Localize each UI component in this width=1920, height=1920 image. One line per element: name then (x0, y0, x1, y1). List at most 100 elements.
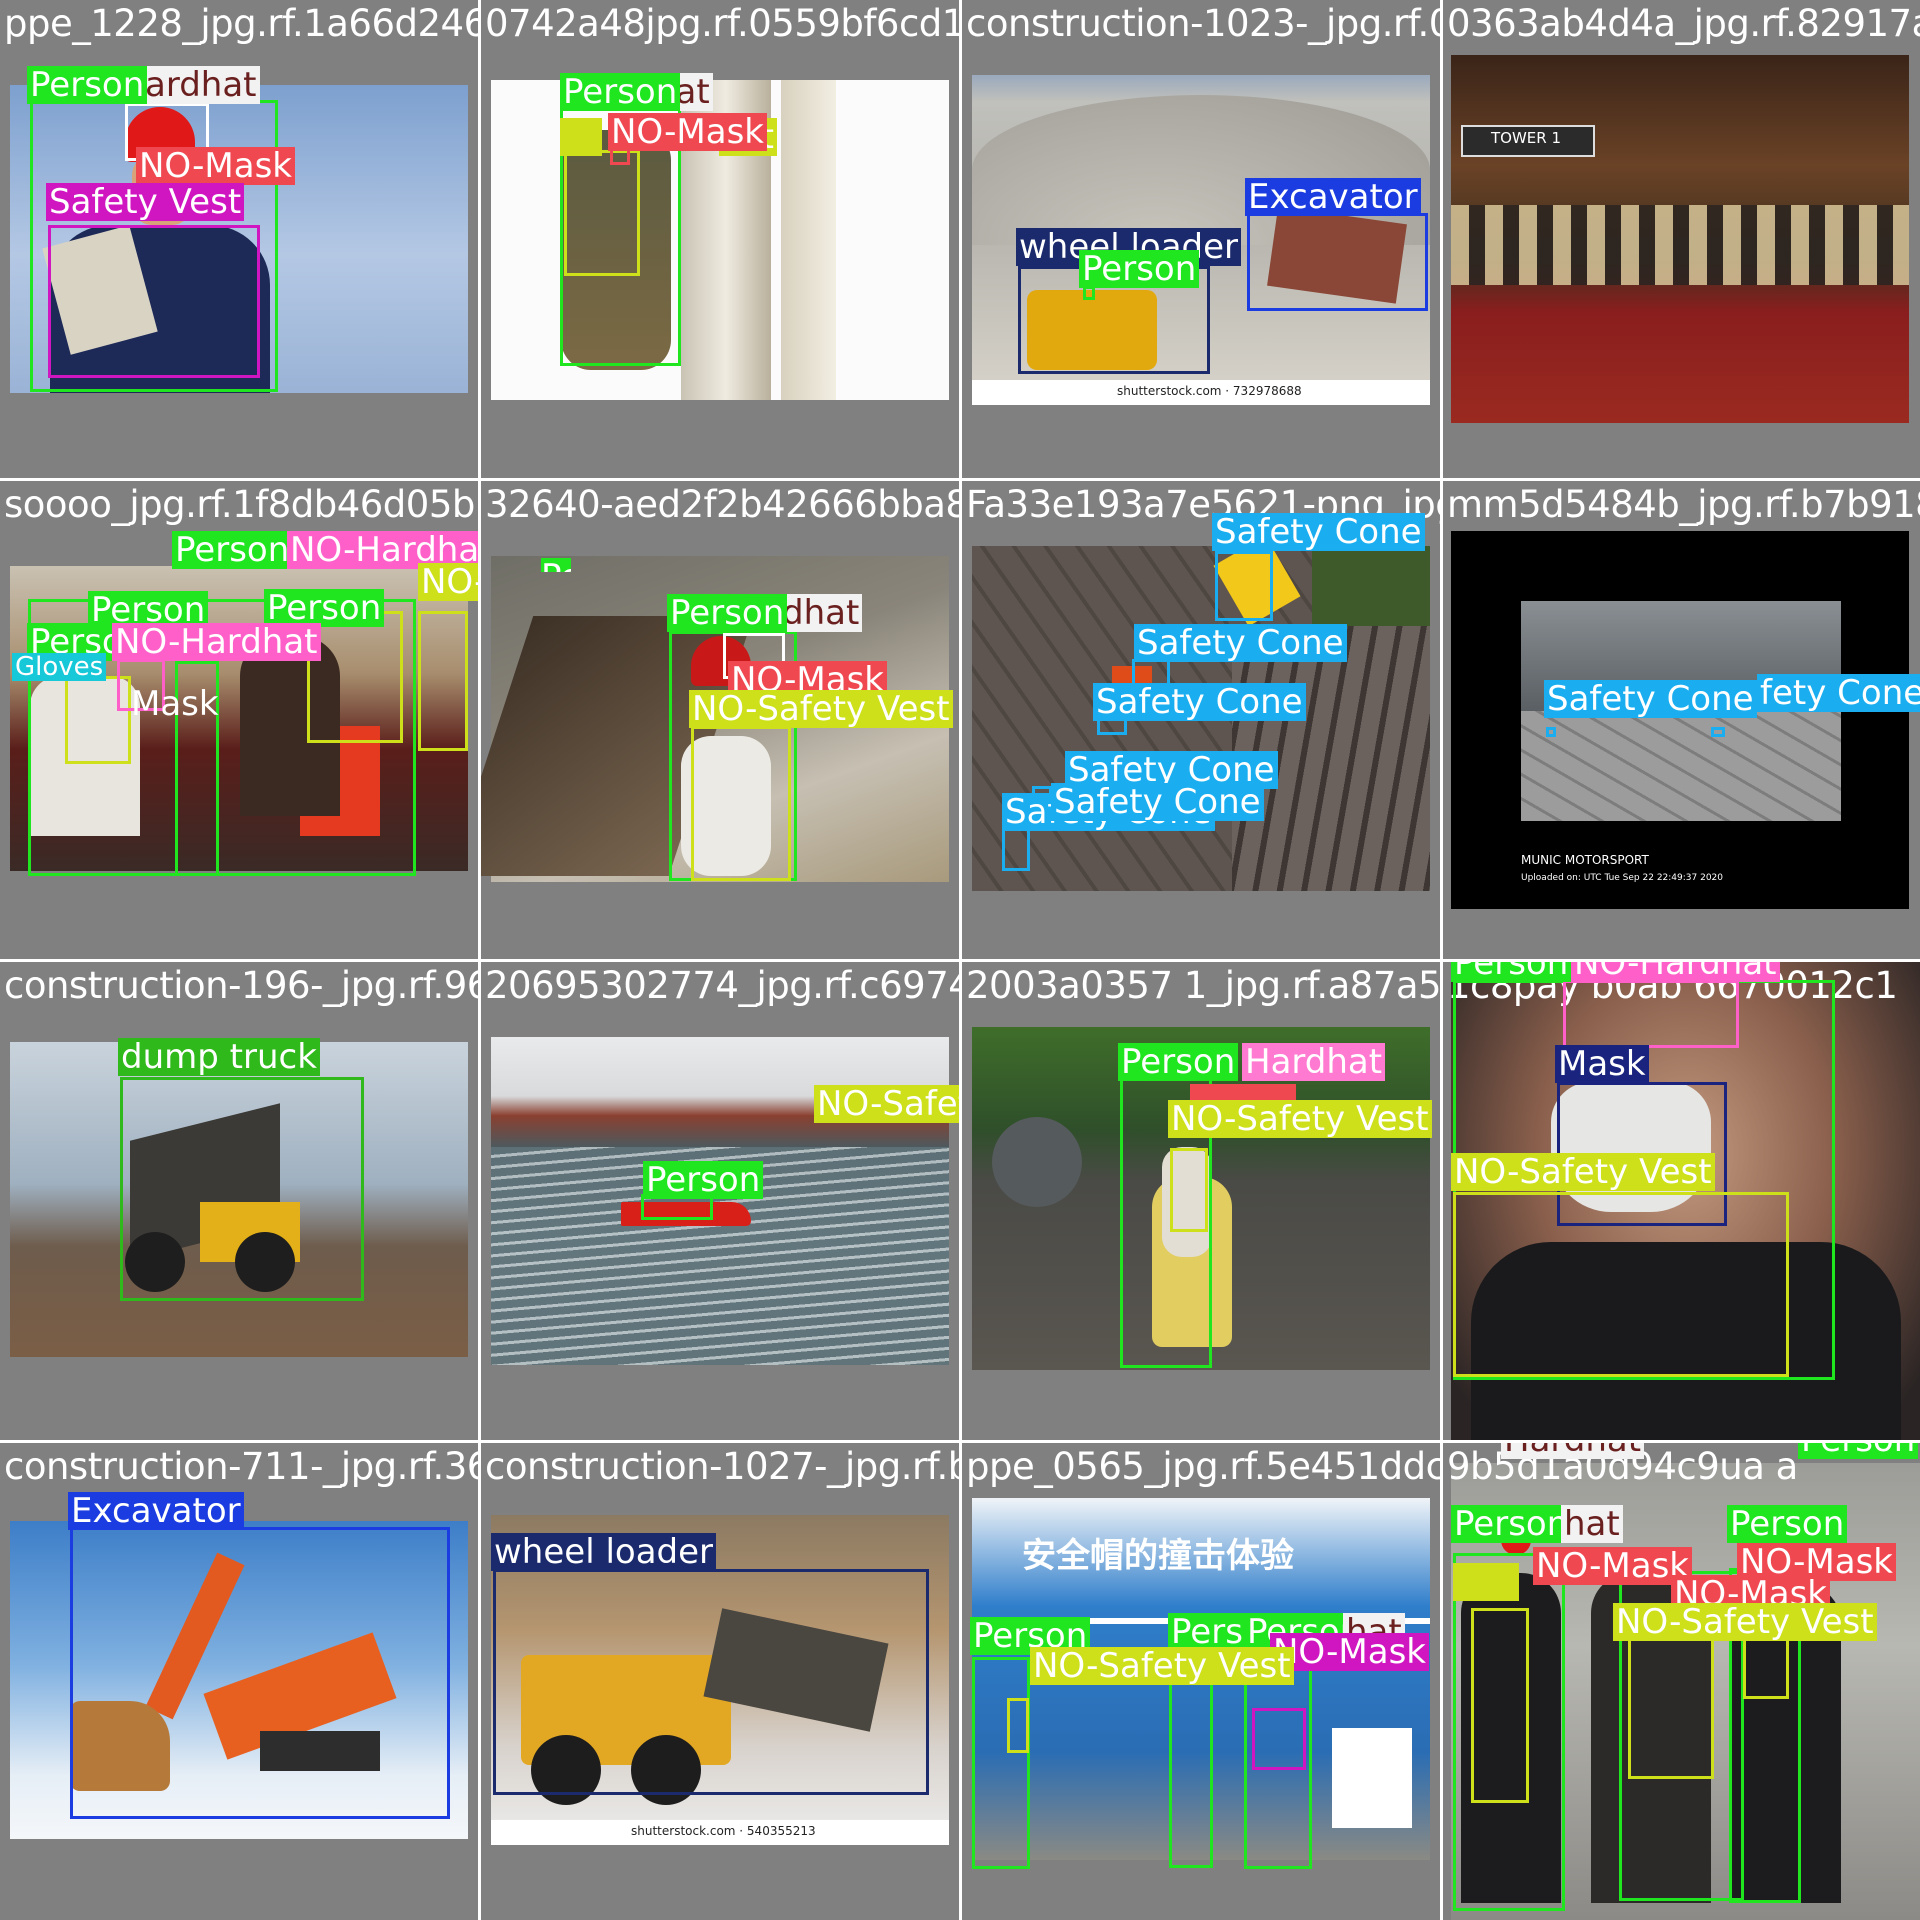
bbox-excavator (70, 1527, 450, 1819)
label-person: Person (1451, 1505, 1572, 1543)
filename-label: 0742a48jpg.rf.0559bf6cd1c70 (485, 2, 959, 45)
grid-cell-16: 9b5d1a0d94c9ua a Hardhat Person Person h… (1443, 1443, 1920, 1920)
label-safety-cone: Safety Cone (1051, 783, 1264, 821)
bbox-person (1169, 1668, 1213, 1868)
filename-label: soooo_jpg.rf.1f8db46d05bb7 (4, 483, 478, 526)
label-person: Person (667, 594, 788, 632)
watermark: shutterstock.com · 732978688 (1117, 384, 1302, 398)
watermark: shutterstock.com · 540355213 (631, 1824, 816, 1838)
photo-casino: TOWER 1 (1451, 55, 1909, 423)
filename-label: ppe_1228_jpg.rf.1a66d246c97f2424 (4, 2, 478, 45)
label-safety-cone: Safety Cone (1544, 680, 1757, 718)
label-safety-cone: Safety Cone (1093, 683, 1306, 721)
label-no-safety-vest: NO-Safety Vest (418, 563, 478, 601)
bbox-safety-vest (48, 225, 260, 378)
grid-cell-4: TOWER 1 0363ab4d4a_jpg.rf.82917aa (1443, 0, 1920, 478)
label-no-safety-vest: NO-Safety Vest (814, 1085, 959, 1123)
sign-tower: TOWER 1 (1491, 129, 1562, 147)
label-gloves: Gloves (12, 653, 107, 681)
grid-cell-15: 安全帽的撞击体验 ppe_0565_jpg.rf.5e451ddc1 Perso… (962, 1443, 1440, 1920)
grid-cell-9: construction-196-_jpg.rf.963 dump truck (0, 962, 478, 1440)
label-excavator: Excavator (68, 1492, 244, 1530)
bbox-wheel-loader (493, 1569, 929, 1795)
grid-cell-11: 2003a0357 1_jpg.rf.a87a5c Person Hardhat… (962, 962, 1440, 1440)
label-no-mask: NO-Mask (1270, 1633, 1429, 1671)
grid-cell-7: Fa33e193a7e5621-png_jpg.rf.b Safety Cone… (962, 481, 1440, 959)
label-no-safety-vest: NO-Safety Vest (1168, 1100, 1432, 1138)
grid-cell-14: shutterstock.com · 540355213 constructio… (481, 1443, 959, 1920)
label-no-safety-vest: NO-Safety Vest (1613, 1603, 1877, 1641)
label-excavator: Excavator (1245, 178, 1421, 216)
filename-label: construction-1027-_jpg.rf.bd8 (485, 1445, 959, 1488)
bbox-no-safety-vest (1007, 1698, 1029, 1753)
label-no-mask: NO-Mask (136, 147, 295, 185)
label-safety-cone: fety Cone (1757, 674, 1920, 712)
label-no-hardhat: NO-Hardhat (1571, 962, 1780, 982)
label-safety-vest: Safety Vest (46, 183, 245, 221)
filename-label: 0363ab4d4a_jpg.rf.82917aa (1447, 2, 1920, 45)
filename-label: 32640-aed2f2b42666bba8c9 (485, 483, 959, 526)
bbox-no-safety-vest (418, 611, 468, 751)
grid-cell-10: 20695302774_jpg.rf.c69741 t Person NO-Sa… (481, 962, 959, 1440)
label-safety-cone: Safety Cone (1212, 513, 1425, 551)
label-person: Person (172, 531, 293, 569)
filename-label: 20695302774_jpg.rf.c69741 (485, 964, 959, 1007)
filename-label: mm5d5484b_jpg.rf.b7b9185 (1447, 483, 1920, 526)
label-dump-truck: dump truck (118, 1038, 320, 1076)
label-no-mask: NO-Mask (1533, 1547, 1692, 1585)
label-hardhat: hat (1561, 1505, 1623, 1543)
bbox-dump-truck (120, 1077, 364, 1301)
grid-cell-8: MUNIC MOTORSPORT Uploaded on: UTC Tue Se… (1443, 481, 1920, 959)
label-no-safety-vest: NO-Safety Vest (1451, 1153, 1715, 1191)
label-person: Person (1798, 1443, 1919, 1459)
label-person: Person (541, 558, 571, 572)
bbox-safety-cone (1711, 727, 1725, 737)
label-wheel-loader: wheel loader (491, 1533, 717, 1571)
grid-cell-13: construction-711-_jpg.rf.36f9 Excavator (0, 1443, 478, 1920)
label-no-safety-vest: NO-Safety Vest (1030, 1647, 1294, 1685)
bbox-no-safety-vest (1453, 1192, 1789, 1377)
label-person: Person (1118, 1043, 1239, 1081)
label-mask: Mask (1555, 1045, 1649, 1083)
label-hardhat: Hardhat (1501, 1443, 1645, 1459)
filename-label: ppe_0565_jpg.rf.5e451ddc1 (966, 1445, 1440, 1488)
label-hardhat: Hardhat (1242, 1043, 1386, 1081)
bbox-safety-vest (1252, 1708, 1306, 1770)
grid-cell-12: 1c8pay b0ab 6670012c1 Person NO-Hardhat … (1443, 962, 1920, 1440)
label-hardhat: dhat (779, 594, 863, 632)
label-person: Person (1451, 962, 1572, 982)
label-person: Person (560, 73, 681, 111)
motorsport-logo: MUNIC MOTORSPORT (1521, 853, 1649, 867)
grid-cell-3: shutterstock.com · 732978688 constructio… (962, 0, 1440, 478)
label-no-mask: NO-Mask (608, 113, 767, 151)
bbox-no-safety-vest (307, 611, 403, 743)
filename-label: 2003a0357 1_jpg.rf.a87a5c (966, 964, 1440, 1007)
bbox-safety-cone (1546, 727, 1556, 737)
grid-cell-2: 0742a48jpg.rf.0559bf6cd1c70 hat Person e… (481, 0, 959, 478)
grid-cell-6: 32640-aed2f2b42666bba8c9 dhat Person NO-… (481, 481, 959, 959)
photo-motorsport-screen: MUNIC MOTORSPORT Uploaded on: UTC Tue Se… (1451, 531, 1909, 909)
label-person: Person (1727, 1505, 1848, 1543)
label-no-safety-vest (1453, 1563, 1519, 1601)
upload-timestamp: Uploaded on: UTC Tue Sep 22 22:49:37 202… (1521, 873, 1724, 883)
label-no-hardhat: NO-Hardhat (112, 623, 321, 661)
label-person: Person (643, 1161, 764, 1199)
bbox-safety-cone (1215, 551, 1273, 621)
bbox-no-safety-vest (564, 150, 640, 276)
label-no-safety-vest-2 (560, 118, 602, 156)
grid-cell-5: soooo_jpg.rf.1f8db46d05bb7 Person NO-Har… (0, 481, 478, 959)
bbox-no-safety-vest (1170, 1148, 1208, 1232)
label-safety-cone: Safety Cone (1134, 624, 1347, 662)
label-no-safety-vest: NO-Safety Vest (689, 690, 953, 728)
grid-cell-1: ppe_1228_jpg.rf.1a66d246c97f2424 ardhat … (0, 0, 478, 478)
filename-label: construction-1023-_jpg.rf.0ce (966, 2, 1440, 45)
bbox-excavator (1247, 213, 1428, 311)
bbox-hardhat (1563, 980, 1739, 1048)
label-person: Person (27, 66, 148, 104)
bbox-person (972, 1657, 1030, 1869)
label-person: Person (1079, 250, 1200, 288)
filename-label: construction-196-_jpg.rf.963 (4, 964, 478, 1007)
label-mask: Mask (131, 684, 219, 724)
bbox-no-safety-vest (691, 726, 791, 881)
label-hardhat: ardhat (142, 66, 260, 104)
